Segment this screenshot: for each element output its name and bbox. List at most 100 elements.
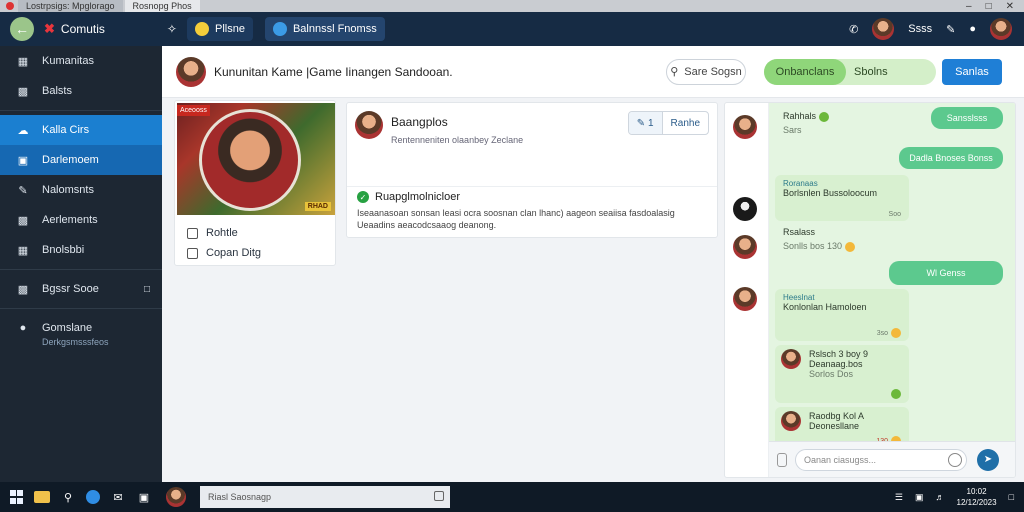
sidebar-item-bnolsbbi[interactable]: ▦ Bnolsbbi: [0, 235, 162, 265]
taskbar-search[interactable]: Riasl Saosnagp: [200, 486, 450, 508]
sidebar-item-gomslane[interactable]: ● Gomslane: [0, 313, 162, 343]
search-icon[interactable]: ⚲: [60, 489, 76, 505]
tray-box-icon[interactable]: ▣: [915, 492, 924, 503]
cloud-icon: ☁: [17, 124, 29, 137]
post-actions: ✎ 1 Ranhe: [627, 111, 709, 135]
sidebar-item-bgssr-sooe[interactable]: ▩ Bgssr Sooe □: [0, 274, 162, 304]
browser-icon[interactable]: [86, 490, 100, 504]
file-explorer-icon[interactable]: [34, 491, 50, 503]
sidebar-divider: [0, 110, 162, 111]
back-button[interactable]: ←: [10, 17, 34, 41]
message-text: Deonesllane: [809, 421, 860, 431]
member-avatar[interactable]: [733, 115, 757, 139]
search-button[interactable]: ⚲ Sare Sogsn: [666, 58, 746, 85]
status-toggle[interactable]: Onbanclans Sbolns: [764, 58, 936, 85]
toggle-left[interactable]: Onbanclans: [764, 58, 846, 85]
member-avatar[interactable]: [733, 287, 757, 311]
message-text: Sorlos Dos: [809, 369, 854, 379]
post-meta: Baangplos Rentenneniten olaanbey Zeclane: [391, 111, 523, 178]
chat-panel: Rahhals Sars Sansslsss Dadla Bnoses Bons…: [724, 102, 1016, 478]
achievements-icon: ▩: [17, 214, 29, 227]
message-text: Deanaag.bos: [809, 359, 863, 369]
close-dot-icon[interactable]: [6, 2, 14, 10]
header-avatar[interactable]: [872, 18, 895, 40]
message-line: Rsalass: [783, 227, 816, 237]
option-row[interactable]: Rohtle: [187, 223, 335, 243]
checkbox[interactable]: [187, 227, 198, 239]
sidebar-item-aerlements[interactable]: ▩ Aerlements: [0, 205, 162, 235]
post-card: Baangplos Rentenneniten olaanbey Zeclane…: [346, 102, 718, 238]
incoming-message[interactable]: Roranaas Borlsnlen Bussoloocum Soo: [775, 175, 909, 221]
emoji-icon: [891, 328, 901, 338]
member-avatar[interactable]: [733, 197, 757, 221]
send-button[interactable]: ➤: [977, 448, 999, 471]
notifications-icon[interactable]: □: [1009, 492, 1014, 502]
sender-avatar[interactable]: [781, 411, 801, 431]
share-button[interactable]: Ranhe: [663, 112, 708, 134]
dashboard-icon: ▣: [17, 154, 29, 167]
os-tab-2[interactable]: Rosnopg Phos: [124, 0, 200, 12]
game-badge: Aceooss: [177, 105, 210, 116]
post-status: ✓ Ruapglmolnicloer: [357, 191, 707, 203]
outgoing-message[interactable]: Wl Genss: [889, 261, 1003, 285]
profile-avatar[interactable]: [990, 18, 1012, 40]
sender-avatar[interactable]: [781, 349, 801, 369]
post-text-line: Iseaanasoan sonsan leasi ocra soosnan cl…: [357, 208, 675, 218]
library-icon: ▦: [17, 244, 29, 257]
attach-icon[interactable]: [777, 452, 787, 467]
edit-button[interactable]: ✎ 1: [628, 112, 663, 134]
member-avatar[interactable]: [733, 235, 757, 259]
os-taskbar: ⚲ ✉ ▣ Riasl Saosnagp ☰ ▣ ♬ 10:02 12/12/2…: [0, 482, 1024, 512]
sidebar-item-balsts[interactable]: ▩ Balsts: [0, 76, 162, 106]
app-icon[interactable]: ▣: [136, 489, 152, 505]
taskbar-app[interactable]: [166, 485, 186, 509]
toggle-right[interactable]: Sbolns: [854, 66, 888, 78]
post-avatar[interactable]: [355, 111, 383, 139]
sidebar-item-darlemoem[interactable]: ▣ Darlemoem: [0, 145, 162, 175]
game-card: Aceooss RHAD Rohtle Copan Ditg: [174, 100, 336, 266]
emoji-picker-icon[interactable]: [948, 452, 962, 467]
outgoing-message[interactable]: Dadla Bnoses Bonss: [899, 147, 1003, 169]
sidebar-item-kalla-cirs[interactable]: ☁ Kalla Cirs: [0, 115, 168, 145]
main-content: Kununitan Kame |Game Iinangen Sandooan. …: [162, 46, 1024, 482]
sidebar-divider: [0, 269, 162, 270]
emoji-icon: [845, 241, 856, 252]
sidebar-item-kumanitas[interactable]: ▦ Kumanitas: [0, 46, 162, 76]
minimize-icon[interactable]: –: [966, 1, 972, 12]
message-line: Sars: [783, 125, 802, 135]
post-text-line: Ueaadins aeacodcsaaog deanong.: [357, 220, 497, 230]
os-tab-1[interactable]: Lostrpsigs: Mpglorago: [18, 0, 123, 12]
header-right-label[interactable]: Ssss: [908, 23, 932, 35]
message-text: Borlsnlen Bussoloocum: [783, 188, 878, 198]
checkbox[interactable]: [187, 247, 198, 259]
clock[interactable]: 10:02 12/12/2023: [957, 486, 997, 508]
sidebar-item-nalomsnts[interactable]: ✎ Nalomsnts: [0, 175, 162, 205]
notification-icon[interactable]: ●: [969, 23, 976, 35]
post-body: ✓ Ruapglmolnicloer Iseaanasoan sonsan le…: [347, 187, 717, 235]
community-avatar: [176, 56, 206, 87]
store-icon: ▩: [17, 283, 29, 296]
mail-icon[interactable]: ✉: [110, 489, 126, 505]
header-settings-icon[interactable]: ✧: [167, 22, 177, 36]
game-cover-image[interactable]: Aceooss RHAD: [177, 103, 335, 215]
message-input[interactable]: Oanan ciasugss...: [795, 448, 967, 471]
chat-member-list: [725, 103, 769, 477]
header-tab-mini[interactable]: Pllsne: [186, 17, 253, 41]
gamepad-icon[interactable]: ✎: [946, 23, 955, 36]
phone-icon[interactable]: ✆: [849, 23, 858, 36]
incoming-message[interactable]: Rslsch 3 boy 9 Deanaag.bos Sorlos Dos: [775, 345, 909, 403]
incoming-message[interactable]: Heeslnat Konlonlan Hamoloen 3so: [775, 289, 909, 341]
start-menu-icon[interactable]: [8, 489, 24, 505]
network-icon[interactable]: ☰: [895, 492, 903, 503]
maximize-icon[interactable]: □: [986, 1, 992, 12]
outgoing-message[interactable]: Sansslsss: [931, 107, 1003, 129]
post-author[interactable]: Baangplos: [391, 115, 523, 129]
primary-button[interactable]: Sanlas: [942, 58, 1002, 85]
community-icon: ▦: [17, 55, 29, 68]
header-tab-main[interactable]: Balnnssl Fnomss: [264, 17, 385, 41]
option-row[interactable]: Copan Ditg: [187, 243, 335, 263]
sound-icon[interactable]: ♬: [936, 492, 945, 502]
external-link-icon[interactable]: □: [144, 284, 150, 295]
close-window-icon[interactable]: ✕: [1006, 1, 1014, 12]
taskbar-app-avatar: [166, 487, 186, 507]
